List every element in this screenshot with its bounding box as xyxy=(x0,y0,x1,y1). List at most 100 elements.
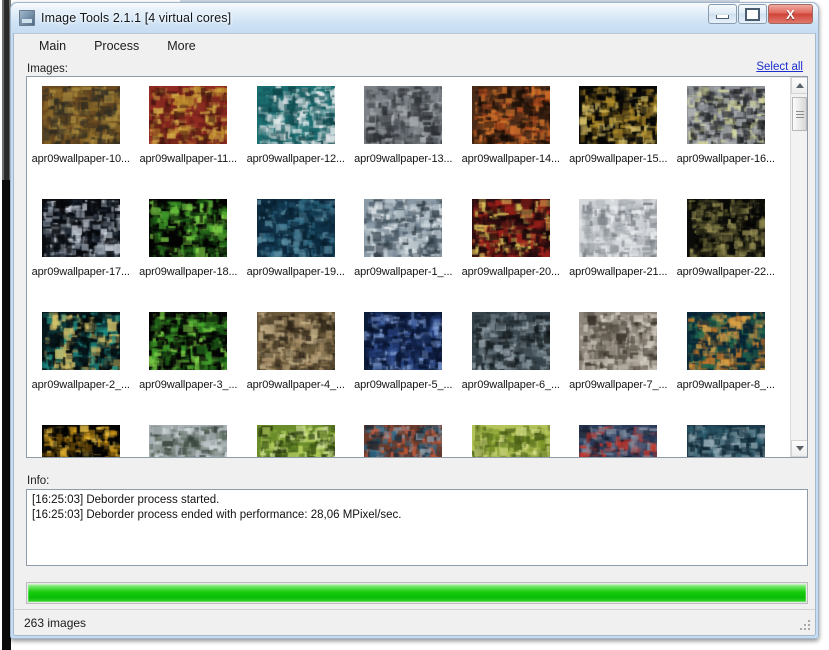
thumbnail-item[interactable] xyxy=(457,425,565,457)
thumbnail-item[interactable] xyxy=(242,425,350,457)
thumbnail-item[interactable]: apr09wallpaper-6_... xyxy=(457,312,565,420)
thumbnail-item[interactable]: apr09wallpaper-22... xyxy=(672,199,780,307)
thumbnail-image[interactable] xyxy=(41,425,120,457)
minimize-button[interactable] xyxy=(708,4,737,24)
thumbnail-item[interactable]: apr09wallpaper-15... xyxy=(565,86,673,194)
thumbnail-item[interactable]: apr09wallpaper-16... xyxy=(672,86,780,194)
status-bar: 263 images xyxy=(14,609,815,635)
thumbnail-item[interactable]: apr09wallpaper-11... xyxy=(135,86,243,194)
thumbnail-image[interactable] xyxy=(256,425,335,457)
thumbnail-image[interactable] xyxy=(471,86,550,144)
thumbnail-image[interactable] xyxy=(364,312,443,370)
thumbnail-label: apr09wallpaper-8_... xyxy=(676,379,775,391)
resize-grip-icon[interactable] xyxy=(800,620,812,632)
thumbnail-item[interactable]: apr09wallpaper-2_... xyxy=(27,312,135,420)
progress-bar xyxy=(26,582,808,604)
thumbnail-image[interactable] xyxy=(256,312,335,370)
scroll-up-arrow-icon xyxy=(795,83,804,88)
close-button[interactable]: X xyxy=(768,4,813,24)
thumbnail-image[interactable] xyxy=(686,199,765,257)
thumbnail-image[interactable] xyxy=(364,199,443,257)
thumbnail-image[interactable] xyxy=(579,199,658,257)
thumbnail-image[interactable] xyxy=(149,425,228,457)
thumbnail-label: apr09wallpaper-22... xyxy=(676,266,775,278)
thumbnail-label: apr09wallpaper-7_... xyxy=(569,379,668,391)
scroll-up-button[interactable] xyxy=(791,77,807,94)
thumbnail-image[interactable] xyxy=(256,199,335,257)
thumbnail-item[interactable] xyxy=(135,425,243,457)
images-label: Images: xyxy=(27,63,68,75)
scroll-down-arrow-icon xyxy=(795,446,804,451)
thumbnail-image[interactable] xyxy=(41,199,120,257)
window-title: Image Tools 2.1.1 [4 virtual cores] xyxy=(41,11,232,25)
thumbnail-label: apr09wallpaper-3_... xyxy=(139,379,238,391)
thumbnail-item[interactable]: apr09wallpaper-13... xyxy=(350,86,458,194)
thumbnail-image[interactable] xyxy=(256,86,335,144)
thumbnail-image[interactable] xyxy=(364,86,443,144)
thumbnail-image[interactable] xyxy=(471,425,550,457)
thumbnail-item[interactable] xyxy=(350,425,458,457)
info-log-line: [16:25:03] Deborder process ended with p… xyxy=(32,509,402,521)
images-vertical-scrollbar[interactable] xyxy=(790,77,807,457)
title-bar[interactable]: Image Tools 2.1.1 [4 virtual cores] X xyxy=(11,3,818,33)
info-log-panel[interactable]: [16:25:03] Deborder process started. [16… xyxy=(26,489,808,566)
thumbnail-label: apr09wallpaper-5_... xyxy=(354,379,453,391)
thumbnail-label: apr09wallpaper-16... xyxy=(676,153,775,165)
menu-item-main[interactable]: Main xyxy=(28,36,77,56)
thumbnail-item[interactable]: apr09wallpaper-19... xyxy=(242,199,350,307)
thumbnail-item[interactable] xyxy=(27,425,135,457)
thumbnail-image[interactable] xyxy=(686,86,765,144)
thumbnail-item[interactable]: apr09wallpaper-3_... xyxy=(135,312,243,420)
thumbnail-item[interactable]: apr09wallpaper-21... xyxy=(565,199,673,307)
images-list-panel[interactable]: apr09wallpaper-10... apr09wallpaper-11...… xyxy=(26,76,808,458)
thumbnail-image[interactable] xyxy=(471,199,550,257)
thumbnail-label: apr09wallpaper-17... xyxy=(31,266,130,278)
thumbnail-image[interactable] xyxy=(471,312,550,370)
thumbnail-image[interactable] xyxy=(41,312,120,370)
thumbnail-image[interactable] xyxy=(364,425,443,457)
thumbnail-item[interactable]: apr09wallpaper-18... xyxy=(135,199,243,307)
thumbnail-item[interactable]: apr09wallpaper-20... xyxy=(457,199,565,307)
thumbnail-item[interactable] xyxy=(672,425,780,457)
menu-item-process[interactable]: Process xyxy=(83,36,150,56)
thumbnail-image[interactable] xyxy=(686,425,765,457)
thumbnail-row xyxy=(27,425,789,457)
thumbnail-image[interactable] xyxy=(149,312,228,370)
thumbnail-item[interactable]: apr09wallpaper-10... xyxy=(27,86,135,194)
thumbnail-item[interactable] xyxy=(565,425,673,457)
info-label: Info: xyxy=(27,475,50,487)
thumbnail-image[interactable] xyxy=(579,312,658,370)
select-all-link[interactable]: Select all xyxy=(756,61,803,73)
thumbnail-image[interactable] xyxy=(149,199,228,257)
menu-item-more[interactable]: More xyxy=(156,36,206,56)
scrollbar-thumb[interactable] xyxy=(792,97,807,131)
thumbnail-image[interactable] xyxy=(579,425,658,457)
thumbnail-row: apr09wallpaper-2_... apr09wallpaper-3_...… xyxy=(27,312,789,420)
info-log-line: [16:25:03] Deborder process started. xyxy=(32,494,220,506)
thumbnail-image[interactable] xyxy=(149,86,228,144)
thumbnail-item[interactable]: apr09wallpaper-5_... xyxy=(350,312,458,420)
thumbnail-item[interactable]: apr09wallpaper-1_... xyxy=(350,199,458,307)
thumbnail-item[interactable]: apr09wallpaper-17... xyxy=(27,199,135,307)
thumbnail-image[interactable] xyxy=(579,86,658,144)
thumbnail-row: apr09wallpaper-10... apr09wallpaper-11...… xyxy=(27,86,789,194)
window-client-area: Main Process More Images: Select all apr… xyxy=(13,33,816,636)
scroll-down-button[interactable] xyxy=(791,440,807,457)
maximize-button[interactable] xyxy=(738,4,767,24)
thumbnail-item[interactable]: apr09wallpaper-8_... xyxy=(672,312,780,420)
thumbnail-label: apr09wallpaper-13... xyxy=(354,153,453,165)
thumbnail-label: apr09wallpaper-21... xyxy=(569,266,668,278)
thumbnail-image[interactable] xyxy=(41,86,120,144)
thumbnail-label: apr09wallpaper-4_... xyxy=(246,379,345,391)
image-tools-window: Image Tools 2.1.1 [4 virtual cores] X Ma… xyxy=(10,2,819,639)
thumbnail-item[interactable]: apr09wallpaper-14... xyxy=(457,86,565,194)
thumbnail-grid: apr09wallpaper-10... apr09wallpaper-11...… xyxy=(27,77,789,457)
thumbnail-item[interactable]: apr09wallpaper-4_... xyxy=(242,312,350,420)
thumbnail-item[interactable]: apr09wallpaper-12... xyxy=(242,86,350,194)
status-image-count: 263 images xyxy=(24,615,87,630)
thumbnail-image[interactable] xyxy=(686,312,765,370)
thumbnail-label: apr09wallpaper-19... xyxy=(246,266,345,278)
progress-bar-fill xyxy=(28,584,806,602)
thumbnail-item[interactable]: apr09wallpaper-7_... xyxy=(565,312,673,420)
thumbnail-label: apr09wallpaper-14... xyxy=(461,153,560,165)
